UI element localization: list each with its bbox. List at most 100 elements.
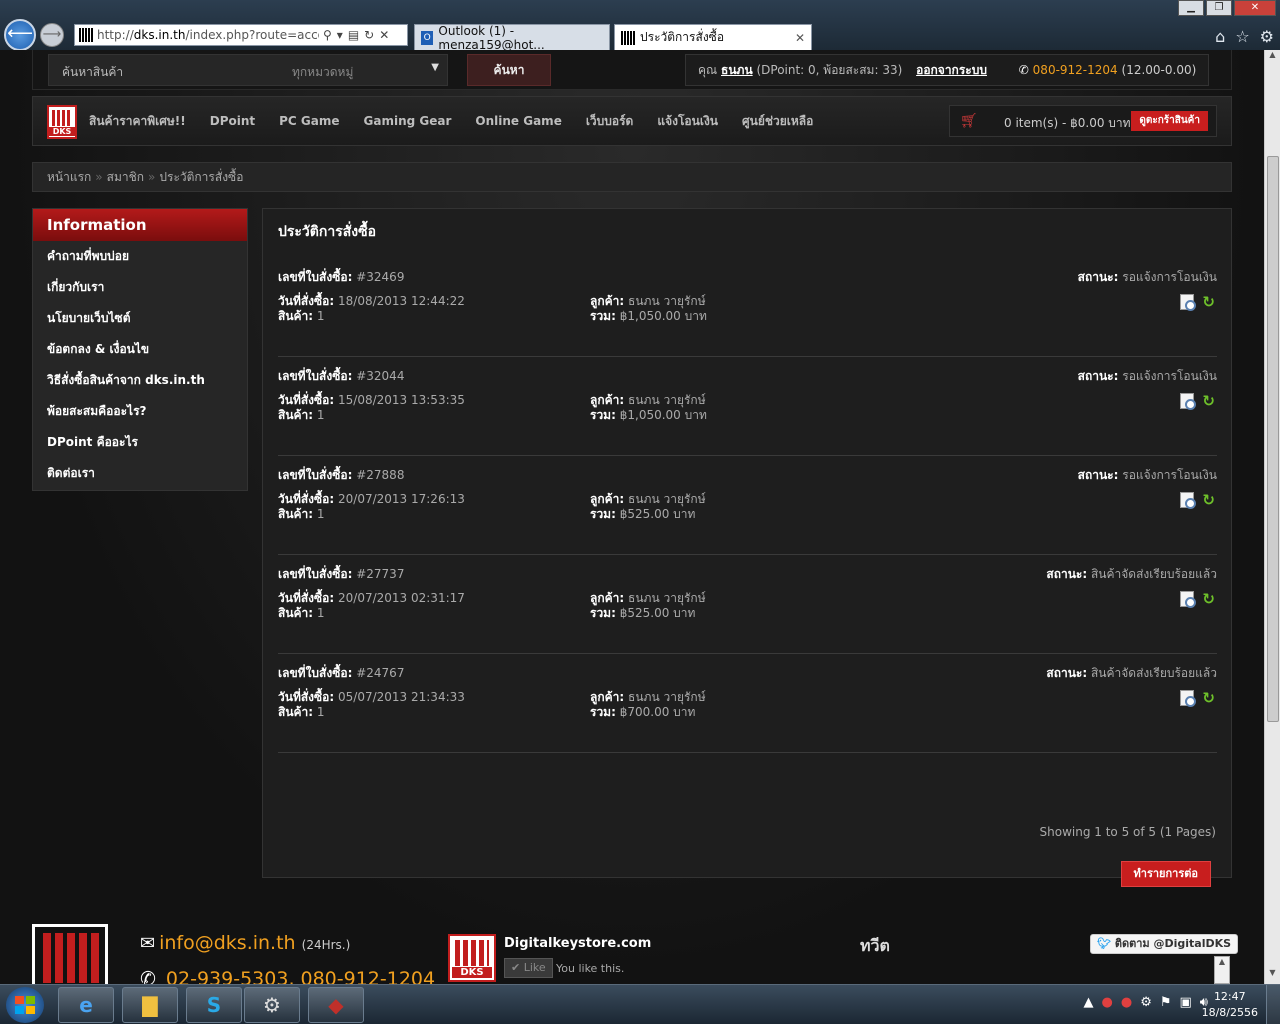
tray-expand-icon[interactable]: ▲	[1084, 995, 1094, 1010]
settings-gear-icon[interactable]: ⚙	[1260, 27, 1274, 46]
facebook-like-box: DKS Digitalkeystore.com ✔ Like You like …	[448, 932, 748, 984]
chevron-down-icon[interactable]: ▾	[337, 28, 343, 42]
view-order-icon[interactable]	[1180, 591, 1197, 608]
nav-item-online-game[interactable]: Online Game	[475, 114, 561, 128]
restore-button[interactable]: ❐	[1206, 0, 1232, 16]
order-status: รอแจ้งการโอนเงิน	[1122, 468, 1217, 482]
network-icon[interactable]: ▣	[1180, 995, 1192, 1010]
window-close-button[interactable]: ✕	[1234, 0, 1276, 16]
tray-app-icon[interactable]: ●	[1121, 995, 1132, 1010]
footer-email: ✉ info@dks.in.th (24Hrs.)	[140, 932, 350, 954]
breadcrumb-current[interactable]: ประวัติการสั่งซื้อ	[159, 170, 243, 184]
nav-item-webboard[interactable]: เว็บบอร์ด	[586, 112, 634, 131]
tab-label: ประวัติการสั่งซื้อ	[640, 30, 725, 44]
search-input[interactable]: ค้นหาสินค้า ทุกหมวดหมู่ ▼	[48, 54, 448, 86]
reorder-icon[interactable]: ↻	[1202, 690, 1215, 706]
mail-icon: ✉	[140, 933, 156, 954]
username-link[interactable]: ธนภน	[721, 63, 753, 77]
internet-explorer-icon[interactable]: e	[58, 987, 114, 1023]
customer-label: ลูกค้า:	[590, 294, 625, 308]
fb-page-logo[interactable]: DKS	[448, 934, 496, 982]
tab-order-history[interactable]: ประวัติการสั่งซื้อ ✕	[614, 24, 812, 50]
twitter-follow-button[interactable]: 🐦︎ ติดตาม @DigitalDKS	[1090, 934, 1239, 954]
nav-item-dpoint[interactable]: DPoint	[210, 114, 255, 128]
steam-icon[interactable]: ⚙	[244, 987, 300, 1023]
tweets-scroll-up[interactable]: ▲	[1214, 956, 1230, 984]
action-center-icon[interactable]: ⚑	[1160, 995, 1172, 1010]
order-total: ฿1,050.00 บาท	[619, 408, 707, 422]
file-explorer-icon[interactable]: ▇	[122, 987, 178, 1023]
fb-like-button[interactable]: ✔ Like	[504, 958, 553, 978]
tweets-heading: ทวีต	[860, 936, 890, 955]
breadcrumb-member[interactable]: สมาชิก	[107, 170, 144, 184]
order-item: เลขที่ใบสั่งซื้อ: #32469 วันที่สั่งซื้อ:…	[278, 258, 1217, 357]
customer-name: ธนภน วายุรักษ์	[628, 393, 706, 407]
view-cart-button[interactable]: ดูตะกร้าสินค้า	[1131, 111, 1208, 131]
fb-page-name[interactable]: Digitalkeystore.com	[504, 936, 651, 951]
reorder-icon[interactable]: ↻	[1202, 393, 1215, 409]
nav-item-gaming-gear[interactable]: Gaming Gear	[364, 114, 452, 128]
reorder-icon[interactable]: ↻	[1202, 492, 1215, 508]
view-order-icon[interactable]	[1180, 492, 1197, 509]
skype-icon[interactable]: S	[186, 987, 242, 1023]
tab-outlook[interactable]: O Outlook (1) - menza159@hot...	[414, 24, 610, 52]
search-button[interactable]: ค้นหา	[467, 54, 551, 86]
email-link[interactable]: info@dks.in.th	[159, 932, 296, 954]
logout-link[interactable]: ออกจากระบบ	[916, 63, 987, 77]
minimize-button[interactable]: ▁	[1178, 0, 1204, 16]
dota2-icon[interactable]: ◆	[308, 987, 364, 1023]
breadcrumb-home[interactable]: หน้าแรก	[47, 170, 91, 184]
address-bar[interactable]: http://dks.in.th/index.php?route=account…	[74, 24, 408, 46]
refresh-icon[interactable]: ↻	[364, 28, 374, 42]
sidebar-item-how-to-order[interactable]: วิธีสั่งซื้อสินค้าจาก dks.in.th	[33, 365, 247, 396]
scrollbar-thumb[interactable]	[1267, 156, 1279, 722]
nav-item-payment-notice[interactable]: แจ้งโอนเงิน	[657, 112, 718, 131]
chevron-down-icon[interactable]: ▼	[431, 62, 439, 73]
dks-logo[interactable]: DKS	[47, 105, 77, 139]
reorder-icon[interactable]: ↻	[1202, 294, 1215, 310]
view-order-icon[interactable]	[1180, 690, 1197, 707]
footer-phones: ✆ 02-939-5303, 080-912-1204	[140, 968, 435, 984]
total-label: รวม:	[590, 507, 616, 521]
view-order-icon[interactable]	[1180, 294, 1197, 311]
sidebar-item-terms[interactable]: ข้อตกลง & เงื่อนไข	[33, 334, 247, 365]
order-id-label: เลขที่ใบสั่งซื้อ:	[278, 369, 353, 383]
steam-tray-icon[interactable]: ⚙	[1140, 995, 1152, 1010]
home-icon[interactable]: ⌂	[1215, 27, 1225, 46]
scroll-down-icon[interactable]: ▼	[1265, 968, 1280, 984]
product-count: 1	[316, 408, 325, 422]
reorder-icon[interactable]: ↻	[1202, 591, 1215, 607]
scroll-up-icon[interactable]: ▲	[1265, 50, 1280, 66]
nav-item-help-center[interactable]: ศูนย์ช่วยเหลือ	[742, 112, 813, 131]
order-id: #32469	[356, 270, 405, 284]
sidebar-item-dpoint[interactable]: DPoint คืออะไร	[33, 427, 247, 458]
category-select[interactable]: ทุกหมวดหมู่	[292, 63, 353, 82]
continue-button[interactable]: ทำรายการต่อ	[1120, 861, 1211, 887]
sidebar-item-about[interactable]: เกี่ยวกับเรา	[33, 272, 247, 303]
tab-close-icon[interactable]: ✕	[795, 31, 805, 45]
taskbar-clock[interactable]: 12:47 18/8/2556	[1202, 989, 1258, 1021]
view-order-icon[interactable]	[1180, 393, 1197, 410]
follow-label: ติดตาม @DigitalDKS	[1114, 937, 1232, 950]
stop-icon[interactable]: ✕	[379, 28, 389, 42]
page-scrollbar[interactable]: ▲ ▼	[1264, 50, 1280, 984]
nav-item-special[interactable]: สินค้าราคาพิเศษ!!	[89, 112, 186, 131]
back-button[interactable]: ⟵	[4, 19, 36, 51]
sidebar-item-points[interactable]: พ้อยสะสมคืออะไร?	[33, 396, 247, 427]
sidebar-item-faq[interactable]: คำถามที่พบบ่อย	[33, 241, 247, 272]
products-label: สินค้า:	[278, 606, 314, 620]
start-button[interactable]	[6, 987, 44, 1023]
tray-app-icon[interactable]: ●	[1102, 995, 1113, 1010]
url-text[interactable]: http://dks.in.th/index.php?route=account…	[97, 28, 319, 42]
logo-text: DKS	[452, 967, 492, 978]
show-desktop-button[interactable]	[1266, 985, 1280, 1024]
sidebar-item-policy[interactable]: นโยบายเว็บไซต์	[33, 303, 247, 334]
compat-view-icon[interactable]: ▤	[348, 28, 359, 42]
favorites-star-icon[interactable]: ☆	[1235, 27, 1249, 46]
status-label: สถานะ:	[1046, 567, 1088, 581]
cart-icon[interactable]: 🛒︎	[960, 113, 978, 129]
forward-button[interactable]: ⟶	[40, 23, 64, 47]
sidebar-item-contact[interactable]: ติดต่อเรา	[33, 458, 247, 489]
search-icon[interactable]: ⚲	[323, 28, 332, 42]
nav-item-pc-game[interactable]: PC Game	[279, 114, 339, 128]
